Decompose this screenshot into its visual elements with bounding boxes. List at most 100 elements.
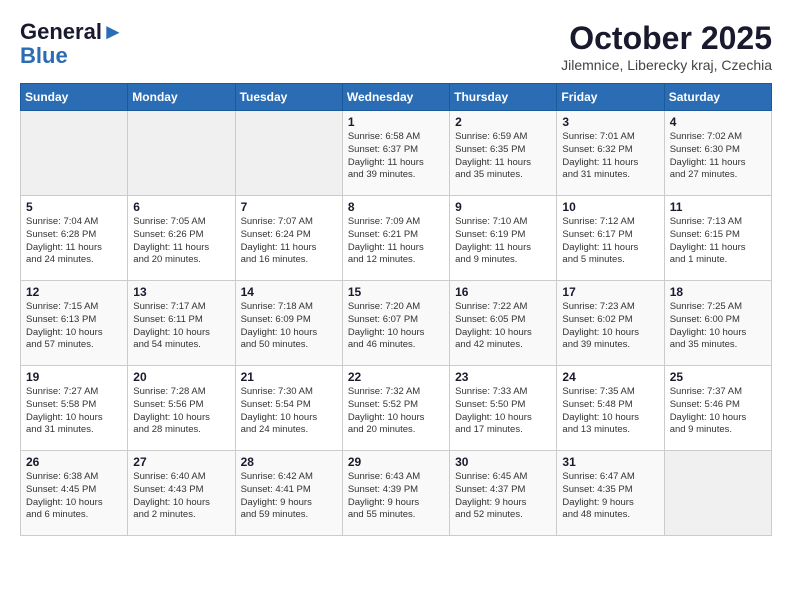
- day-number: 18: [670, 285, 766, 299]
- day-number: 26: [26, 455, 122, 469]
- day-info: Sunrise: 7:07 AM Sunset: 6:24 PM Dayligh…: [241, 216, 337, 267]
- day-info: Sunrise: 6:59 AM Sunset: 6:35 PM Dayligh…: [455, 131, 551, 182]
- day-info: Sunrise: 7:15 AM Sunset: 6:13 PM Dayligh…: [26, 301, 122, 352]
- weekday-header-row: SundayMondayTuesdayWednesdayThursdayFrid…: [21, 84, 772, 111]
- day-cell: 27 Sunrise: 6:40 AM Sunset: 4:43 PM Dayli…: [128, 451, 235, 536]
- day-info: Sunrise: 7:01 AM Sunset: 6:32 PM Dayligh…: [562, 131, 658, 182]
- location-subtitle: Jilemnice, Liberecky kraj, Czechia: [561, 57, 772, 73]
- day-cell: 24 Sunrise: 7:35 AM Sunset: 5:48 PM Dayli…: [557, 366, 664, 451]
- day-info: Sunrise: 7:37 AM Sunset: 5:46 PM Dayligh…: [670, 386, 766, 437]
- day-number: 21: [241, 370, 337, 384]
- week-row-5: 26 Sunrise: 6:38 AM Sunset: 4:45 PM Dayli…: [21, 451, 772, 536]
- day-number: 22: [348, 370, 444, 384]
- day-info: Sunrise: 7:28 AM Sunset: 5:56 PM Dayligh…: [133, 386, 229, 437]
- day-number: 7: [241, 200, 337, 214]
- weekday-header-tuesday: Tuesday: [235, 84, 342, 111]
- day-cell: [21, 111, 128, 196]
- day-number: 13: [133, 285, 229, 299]
- day-cell: 16 Sunrise: 7:22 AM Sunset: 6:05 PM Dayli…: [450, 281, 557, 366]
- day-number: 3: [562, 115, 658, 129]
- day-info: Sunrise: 7:18 AM Sunset: 6:09 PM Dayligh…: [241, 301, 337, 352]
- day-info: Sunrise: 7:32 AM Sunset: 5:52 PM Dayligh…: [348, 386, 444, 437]
- logo: General► Blue: [20, 20, 124, 68]
- day-cell: 10 Sunrise: 7:12 AM Sunset: 6:17 PM Dayli…: [557, 196, 664, 281]
- page-header: General► Blue October 2025 Jilemnice, Li…: [20, 20, 772, 73]
- day-number: 5: [26, 200, 122, 214]
- month-title: October 2025: [561, 20, 772, 57]
- day-number: 8: [348, 200, 444, 214]
- day-cell: 14 Sunrise: 7:18 AM Sunset: 6:09 PM Dayli…: [235, 281, 342, 366]
- day-cell: 29Sunrise: 6:43 AM Sunset: 4:39 PM Dayli…: [342, 451, 449, 536]
- day-cell: 19Sunrise: 7:27 AM Sunset: 5:58 PM Dayli…: [21, 366, 128, 451]
- weekday-header-thursday: Thursday: [450, 84, 557, 111]
- day-cell: 31Sunrise: 6:47 AM Sunset: 4:35 PM Dayli…: [557, 451, 664, 536]
- day-number: 17: [562, 285, 658, 299]
- day-cell: 17 Sunrise: 7:23 AM Sunset: 6:02 PM Dayli…: [557, 281, 664, 366]
- day-info: Sunrise: 7:30 AM Sunset: 5:54 PM Dayligh…: [241, 386, 337, 437]
- title-block: October 2025 Jilemnice, Liberecky kraj, …: [561, 20, 772, 73]
- day-info: Sunrise: 7:13 AM Sunset: 6:15 PM Dayligh…: [670, 216, 766, 267]
- day-info: Sunrise: 6:47 AM Sunset: 4:35 PM Dayligh…: [562, 471, 658, 522]
- day-info: Sunrise: 7:35 AM Sunset: 5:48 PM Dayligh…: [562, 386, 658, 437]
- day-number: 27: [133, 455, 229, 469]
- day-info: Sunrise: 7:22 AM Sunset: 6:05 PM Dayligh…: [455, 301, 551, 352]
- day-number: 9: [455, 200, 551, 214]
- day-cell: 30Sunrise: 6:45 AM Sunset: 4:37 PM Dayli…: [450, 451, 557, 536]
- day-info: Sunrise: 6:38 AM Sunset: 4:45 PM Dayligh…: [26, 471, 122, 522]
- day-cell: 22 Sunrise: 7:32 AM Sunset: 5:52 PM Dayli…: [342, 366, 449, 451]
- day-cell: 13 Sunrise: 7:17 AM Sunset: 6:11 PM Dayli…: [128, 281, 235, 366]
- day-number: 24: [562, 370, 658, 384]
- day-cell: [128, 111, 235, 196]
- week-row-2: 5 Sunrise: 7:04 AM Sunset: 6:28 PM Daylig…: [21, 196, 772, 281]
- day-cell: 2 Sunrise: 6:59 AM Sunset: 6:35 PM Daylig…: [450, 111, 557, 196]
- logo-text: General► Blue: [20, 20, 124, 68]
- day-info: Sunrise: 7:02 AM Sunset: 6:30 PM Dayligh…: [670, 131, 766, 182]
- day-number: 12: [26, 285, 122, 299]
- day-cell: [664, 451, 771, 536]
- day-info: Sunrise: 6:58 AM Sunset: 6:37 PM Dayligh…: [348, 131, 444, 182]
- day-info: Sunrise: 6:42 AM Sunset: 4:41 PM Dayligh…: [241, 471, 337, 522]
- day-info: Sunrise: 7:10 AM Sunset: 6:19 PM Dayligh…: [455, 216, 551, 267]
- day-number: 1: [348, 115, 444, 129]
- calendar-table: SundayMondayTuesdayWednesdayThursdayFrid…: [20, 83, 772, 536]
- day-info: Sunrise: 6:40 AM Sunset: 4:43 PM Dayligh…: [133, 471, 229, 522]
- weekday-header-friday: Friday: [557, 84, 664, 111]
- day-info: Sunrise: 7:12 AM Sunset: 6:17 PM Dayligh…: [562, 216, 658, 267]
- day-number: 28: [241, 455, 337, 469]
- day-number: 23: [455, 370, 551, 384]
- day-cell: 26 Sunrise: 6:38 AM Sunset: 4:45 PM Dayli…: [21, 451, 128, 536]
- day-number: 29: [348, 455, 444, 469]
- week-row-1: 1 Sunrise: 6:58 AM Sunset: 6:37 PM Daylig…: [21, 111, 772, 196]
- day-cell: [235, 111, 342, 196]
- day-info: Sunrise: 7:25 AM Sunset: 6:00 PM Dayligh…: [670, 301, 766, 352]
- day-number: 15: [348, 285, 444, 299]
- day-cell: 5 Sunrise: 7:04 AM Sunset: 6:28 PM Daylig…: [21, 196, 128, 281]
- day-cell: 11Sunrise: 7:13 AM Sunset: 6:15 PM Dayli…: [664, 196, 771, 281]
- day-cell: 28 Sunrise: 6:42 AM Sunset: 4:41 PM Dayli…: [235, 451, 342, 536]
- weekday-header-saturday: Saturday: [664, 84, 771, 111]
- day-number: 20: [133, 370, 229, 384]
- day-number: 4: [670, 115, 766, 129]
- day-cell: 25 Sunrise: 7:37 AM Sunset: 5:46 PM Dayli…: [664, 366, 771, 451]
- day-info: Sunrise: 7:17 AM Sunset: 6:11 PM Dayligh…: [133, 301, 229, 352]
- day-number: 25: [670, 370, 766, 384]
- day-number: 2: [455, 115, 551, 129]
- day-cell: 1 Sunrise: 6:58 AM Sunset: 6:37 PM Daylig…: [342, 111, 449, 196]
- day-info: Sunrise: 7:09 AM Sunset: 6:21 PM Dayligh…: [348, 216, 444, 267]
- weekday-header-wednesday: Wednesday: [342, 84, 449, 111]
- day-cell: 20 Sunrise: 7:28 AM Sunset: 5:56 PM Dayli…: [128, 366, 235, 451]
- day-number: 14: [241, 285, 337, 299]
- weekday-header-monday: Monday: [128, 84, 235, 111]
- day-info: Sunrise: 7:20 AM Sunset: 6:07 PM Dayligh…: [348, 301, 444, 352]
- day-number: 19: [26, 370, 122, 384]
- week-row-4: 19Sunrise: 7:27 AM Sunset: 5:58 PM Dayli…: [21, 366, 772, 451]
- day-number: 10: [562, 200, 658, 214]
- day-number: 30: [455, 455, 551, 469]
- day-cell: 9 Sunrise: 7:10 AM Sunset: 6:19 PM Daylig…: [450, 196, 557, 281]
- day-cell: 4 Sunrise: 7:02 AM Sunset: 6:30 PM Daylig…: [664, 111, 771, 196]
- day-info: Sunrise: 7:04 AM Sunset: 6:28 PM Dayligh…: [26, 216, 122, 267]
- weekday-header-sunday: Sunday: [21, 84, 128, 111]
- day-number: 16: [455, 285, 551, 299]
- day-info: Sunrise: 7:23 AM Sunset: 6:02 PM Dayligh…: [562, 301, 658, 352]
- day-cell: 15 Sunrise: 7:20 AM Sunset: 6:07 PM Dayli…: [342, 281, 449, 366]
